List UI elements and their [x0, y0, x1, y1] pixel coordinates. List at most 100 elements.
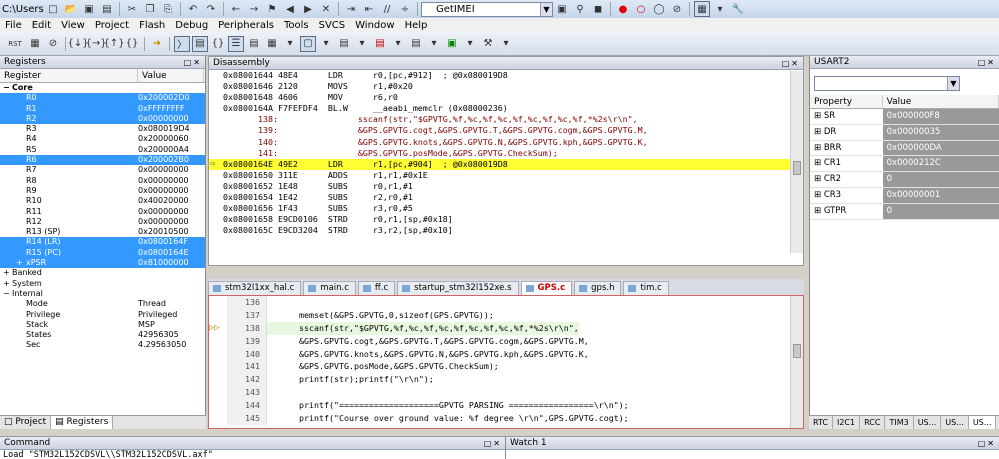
register-value[interactable]: MSP [138, 320, 204, 330]
next-bookmark-icon[interactable]: ▶ [300, 1, 316, 17]
gutter[interactable] [209, 386, 227, 399]
disassembly-asm-line[interactable]: 0x08001644 48E4 LDR r0,[pc,#912] ; @0x08… [209, 70, 803, 81]
usart-register-value[interactable]: 0x000000DA [882, 140, 999, 156]
paste-icon[interactable]: ⎘ [160, 1, 176, 17]
current-line-marker-icon[interactable]: ▷▷ [209, 322, 227, 335]
expand-toggle-icon[interactable]: − [3, 289, 12, 299]
register-value[interactable]: 0x00000000 [138, 186, 204, 196]
editor-scrollbar[interactable] [790, 296, 803, 428]
source-line[interactable]: 140 &GPS.GPVTG.knots,&GPS.GPVTG.N,&GPS.GP… [209, 347, 803, 361]
disassembly-asm-line[interactable]: 0x08001656 1F43 SUBS r3,r0,#5 [209, 203, 803, 214]
window-layout-icon[interactable]: ▦ [694, 1, 710, 17]
usart-register-value[interactable]: 0x00000001 [882, 187, 999, 203]
kill-all-breakpoints-icon[interactable]: ⊘ [669, 1, 685, 17]
register-value[interactable]: 0x0800164F [138, 237, 204, 247]
browse-icon[interactable]: ◼ [590, 1, 606, 17]
disassembly-asm-line[interactable]: ⇨ 0x0800164E 49E2 LDR r1,[pc,#904] ; @0x0… [209, 158, 803, 170]
register-value[interactable]: 0x40020000 [138, 196, 204, 206]
source-line[interactable]: 141 &GPS.GPVTG.posMode,&GPS.GPVTG.CheckSu… [209, 360, 803, 374]
register-row[interactable]: − Core [0, 83, 205, 93]
column-header-register[interactable]: Register [0, 69, 138, 82]
copy-icon[interactable]: ❐ [142, 1, 158, 17]
watch-window-icon[interactable]: ▦ [264, 36, 280, 52]
register-row[interactable]: R15 (PC) 0x0800164E [0, 247, 205, 259]
disassembly-source-line[interactable]: 139: &GPS.GPVTG.cogt,&GPS.GPVTG.T,&GPS.G… [209, 125, 803, 136]
panel-pin-close-icon[interactable]: □✕ [184, 58, 205, 67]
register-row[interactable]: R4 0x20000060 [0, 134, 205, 144]
tab-usart-b[interactable]: US... [941, 416, 969, 429]
step-into-icon[interactable]: {↓} [67, 36, 88, 52]
menu-tools[interactable]: Tools [279, 20, 314, 31]
register-value[interactable]: 0x20010500 [138, 227, 204, 237]
expand-toggle-icon[interactable]: ⊞ [814, 190, 824, 200]
register-value[interactable]: 0x00000000 [138, 207, 204, 217]
usart-register-row[interactable]: ⊞ SR 0x000000F8 [810, 109, 999, 125]
source-editor[interactable]: 136 137 memset(&GPS.GPVTG,0,sizeof(GPS.GPV… [208, 295, 804, 429]
tab-rcc[interactable]: RCC [860, 416, 886, 429]
usart-register-value[interactable]: 0x00000035 [882, 124, 999, 140]
usart-register-row[interactable]: ⊞ CR2 0 [810, 172, 999, 188]
menu-debug[interactable]: Debug [170, 20, 213, 31]
register-value[interactable]: 0x0800164E [138, 248, 204, 258]
chevron-down-icon[interactable]: ▾ [498, 36, 514, 52]
editor-tab[interactable]: main.c [303, 281, 356, 295]
prev-bookmark-icon[interactable]: ◀ [282, 1, 298, 17]
disable-all-breakpoints-icon[interactable]: ◯ [651, 1, 667, 17]
open-folder-icon[interactable]: 📂 [63, 1, 79, 17]
register-row[interactable]: R11 0x00000000 [0, 207, 205, 217]
register-row[interactable]: R3 0x080019D4 [0, 124, 205, 134]
tab-usart-c[interactable]: US... [968, 416, 997, 429]
register-row[interactable]: R6 0x200002B0 [0, 155, 205, 166]
tab-project[interactable]: □ Project [0, 416, 52, 429]
register-row[interactable]: R9 0x00000000 [0, 186, 205, 196]
source-line[interactable]: 145 printf("Course over ground value: %f … [209, 412, 803, 425]
expand-toggle-icon[interactable]: ⊞ [814, 158, 824, 168]
register-row[interactable]: R2 0x00000000 [0, 113, 205, 125]
step-out-icon[interactable]: {↑} [103, 36, 124, 52]
expand-toggle-icon[interactable]: ⊞ [814, 174, 824, 184]
panel-pin-close-icon[interactable]: □✕ [978, 58, 999, 67]
undo-icon[interactable]: ↶ [185, 1, 201, 17]
menu-help[interactable]: Help [400, 20, 433, 31]
expand-toggle-icon[interactable]: ⊞ [814, 206, 824, 216]
registers-window-icon[interactable]: ☰ [228, 35, 244, 52]
disassembly-asm-line[interactable]: 0x08001654 1E42 SUBS r2,r0,#1 [209, 192, 803, 203]
source-line[interactable]: 136 [209, 296, 803, 309]
save-icon[interactable]: ▣ [81, 1, 97, 17]
comment-icon[interactable]: // [379, 1, 395, 17]
gutter[interactable] [209, 309, 227, 322]
register-row[interactable]: R1 0xFFFFFFFF [0, 103, 205, 114]
trace-window-icon[interactable]: ▤ [408, 36, 424, 52]
menu-view[interactable]: View [56, 20, 90, 31]
register-row[interactable]: Sec 4.29563050 [0, 340, 205, 350]
register-row[interactable]: R12 0x00000000 [0, 217, 205, 227]
chevron-down-icon[interactable]: ▾ [354, 36, 370, 52]
disassembly-source-line[interactable]: 138: sscanf(str,"$GPVTG,%f,%c,%f,%c,%f,%… [209, 114, 803, 125]
toolbox-icon[interactable]: ⚒ [480, 36, 496, 52]
register-value[interactable]: 0x00000000 [138, 176, 204, 186]
expand-toggle-icon[interactable]: ⊞ [814, 143, 824, 153]
source-line[interactable]: 137 memset(&GPS.GPVTG,0,sizeof(GPS.GPVTG)… [209, 308, 803, 322]
disassembly-asm-line[interactable]: 0x08001652 1E48 SUBS r0,r1,#1 [209, 181, 803, 192]
chevron-down-icon[interactable]: ▼ [947, 77, 959, 90]
menu-edit[interactable]: Edit [27, 20, 56, 31]
usart-register-value[interactable]: 0 [882, 203, 999, 219]
gutter[interactable] [209, 373, 227, 386]
chevron-down-icon[interactable]: ▾ [318, 36, 334, 52]
unindent-icon[interactable]: ⇤ [361, 1, 377, 17]
chevron-down-icon[interactable]: ▼ [540, 2, 552, 16]
nav-back-icon[interactable]: ← [228, 1, 244, 17]
disassembly-asm-line[interactable]: 0x08001650 311E ADDS r1,r1,#0x1E [209, 170, 803, 181]
chevron-down-icon[interactable]: ▾ [462, 36, 478, 52]
column-header-property[interactable]: Property [810, 95, 883, 108]
run-to-cursor-icon[interactable]: {} [124, 36, 140, 52]
memory-window-icon[interactable]: ▢ [300, 35, 316, 52]
scrollbar-thumb[interactable] [793, 344, 801, 358]
disassembly-asm-line[interactable]: 0x08001646 2120 MOVS r1,#0x20 [209, 81, 803, 92]
clear-bookmark-icon[interactable]: ✕ [318, 1, 334, 17]
usart-register-row[interactable]: ⊞ CR3 0x00000001 [810, 187, 999, 204]
register-row[interactable]: Privilege Privileged [0, 310, 205, 320]
disassembly-scrollbar[interactable] [790, 71, 803, 253]
source-line[interactable]: 139 &GPS.GPVTG.cogt,&GPS.GPVTG.T,&GPS.GPV… [209, 334, 803, 348]
scrollbar-thumb[interactable] [793, 161, 801, 175]
